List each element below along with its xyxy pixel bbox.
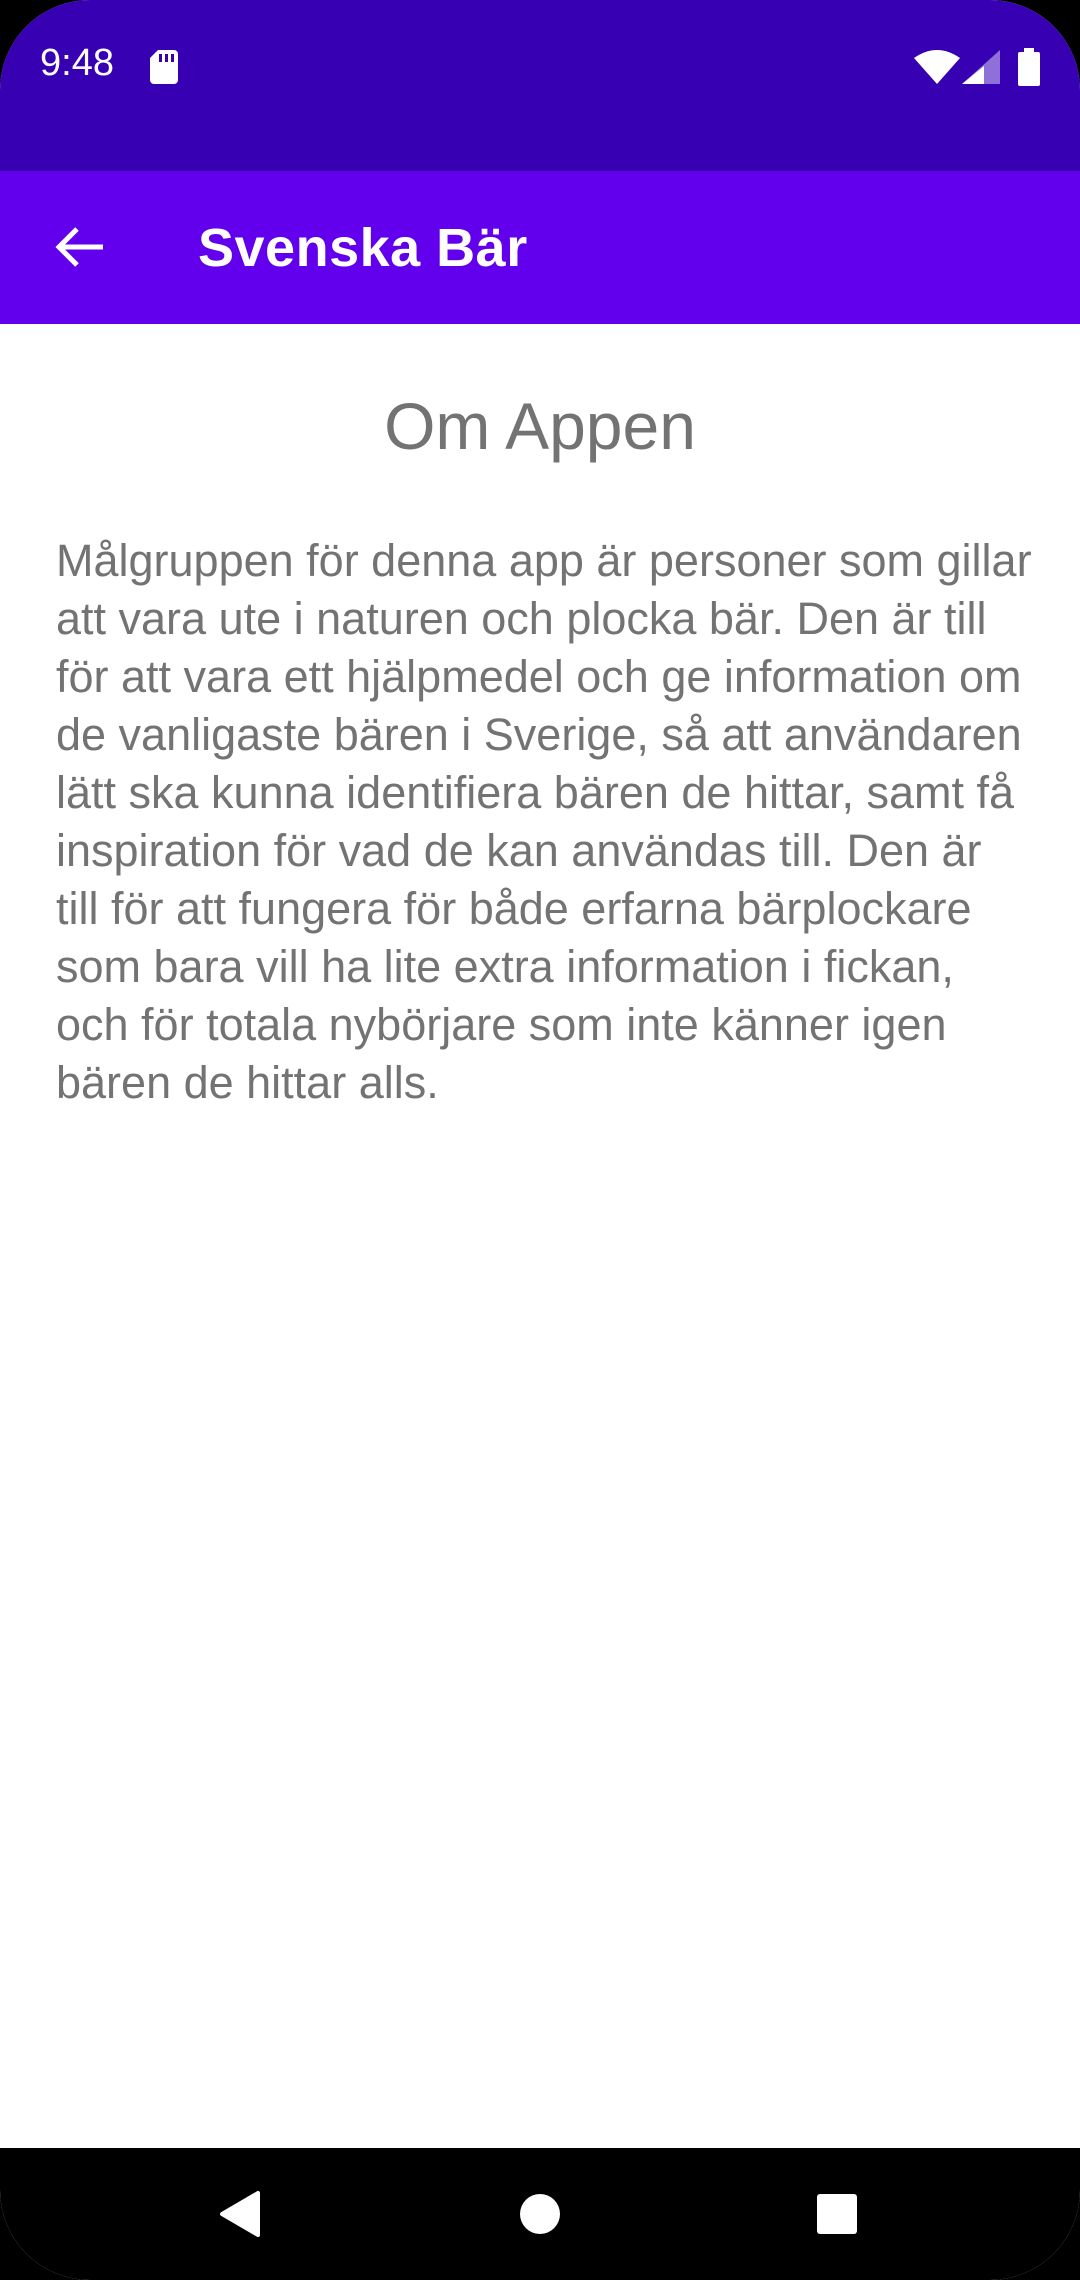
recents-square-icon	[817, 2194, 857, 2234]
nav-home-button[interactable]	[460, 2148, 620, 2280]
home-circle-icon	[520, 2194, 560, 2234]
status-bar: 9:48	[0, 0, 1080, 171]
nav-back-button[interactable]	[160, 2148, 320, 2280]
status-time: 9:48	[40, 42, 114, 84]
app-title: Svenska Bär	[198, 218, 528, 278]
back-triangle-icon	[220, 2191, 260, 2237]
about-description: Målgruppen för denna app är personer som…	[56, 535, 1032, 1108]
wifi-icon	[914, 50, 960, 84]
page-title: Om Appen	[384, 389, 696, 463]
nav-recents-button[interactable]	[757, 2148, 917, 2280]
sd-card-icon	[150, 50, 178, 84]
phone-screen: 9:48 Svenska Bär Om Appen Målgruppen för…	[0, 0, 1080, 2280]
about-content: Om Appen Målgruppen för denna app är per…	[0, 324, 1080, 2148]
battery-icon	[1018, 48, 1040, 86]
signal-icon	[962, 50, 1000, 84]
arrow-left-icon	[55, 227, 103, 267]
navigation-bar	[0, 2148, 1080, 2280]
back-button[interactable]	[40, 207, 120, 287]
app-bar: Svenska Bär	[0, 171, 1080, 324]
